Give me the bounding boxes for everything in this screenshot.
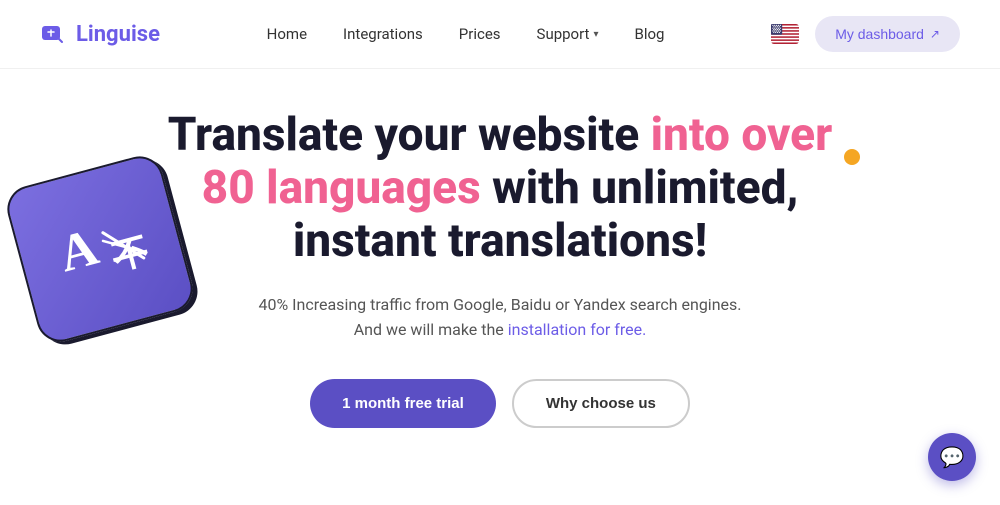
nav-prices[interactable]: Prices <box>459 25 501 43</box>
nav-right: My dashboard ↗ <box>771 16 960 52</box>
navbar: Linguise Home Integrations Prices Suppor… <box>0 0 1000 69</box>
svg-text:不: 不 <box>108 230 153 278</box>
why-choose-us-button[interactable]: Why choose us <box>512 379 690 428</box>
nav-integrations[interactable]: Integrations <box>343 25 423 43</box>
free-trial-button[interactable]: 1 month free trial <box>310 379 496 428</box>
hero-subtitle: 40% Increasing traffic from Google, Baid… <box>258 292 741 343</box>
nav-support[interactable]: Support ▾ <box>537 25 599 43</box>
orange-dot <box>844 149 860 165</box>
chevron-down-icon: ▾ <box>593 29 598 40</box>
nav-home[interactable]: Home <box>267 25 307 43</box>
logo-text: Linguise <box>76 22 160 47</box>
nav-blog[interactable]: Blog <box>635 25 665 43</box>
hero-buttons: 1 month free trial Why choose us <box>310 379 690 428</box>
nav-links: Home Integrations Prices Support ▾ Blog <box>267 25 665 43</box>
external-link-icon: ↗ <box>930 27 940 41</box>
flag-icon[interactable] <box>771 24 799 44</box>
logo[interactable]: Linguise <box>40 20 160 48</box>
logo-icon <box>40 20 68 48</box>
svg-text:A: A <box>53 219 104 284</box>
dashboard-button[interactable]: My dashboard ↗ <box>815 16 960 52</box>
installation-link[interactable]: installation for free. <box>508 320 647 339</box>
chat-icon: 💬 <box>940 445 965 469</box>
translate-symbol: A 不 <box>47 204 152 295</box>
hero-title: Translate your website into over 80 lang… <box>140 109 860 268</box>
hero-section: A 不 Translate your website into over 80 … <box>0 69 1000 448</box>
chat-bubble-button[interactable]: 💬 <box>928 433 976 481</box>
